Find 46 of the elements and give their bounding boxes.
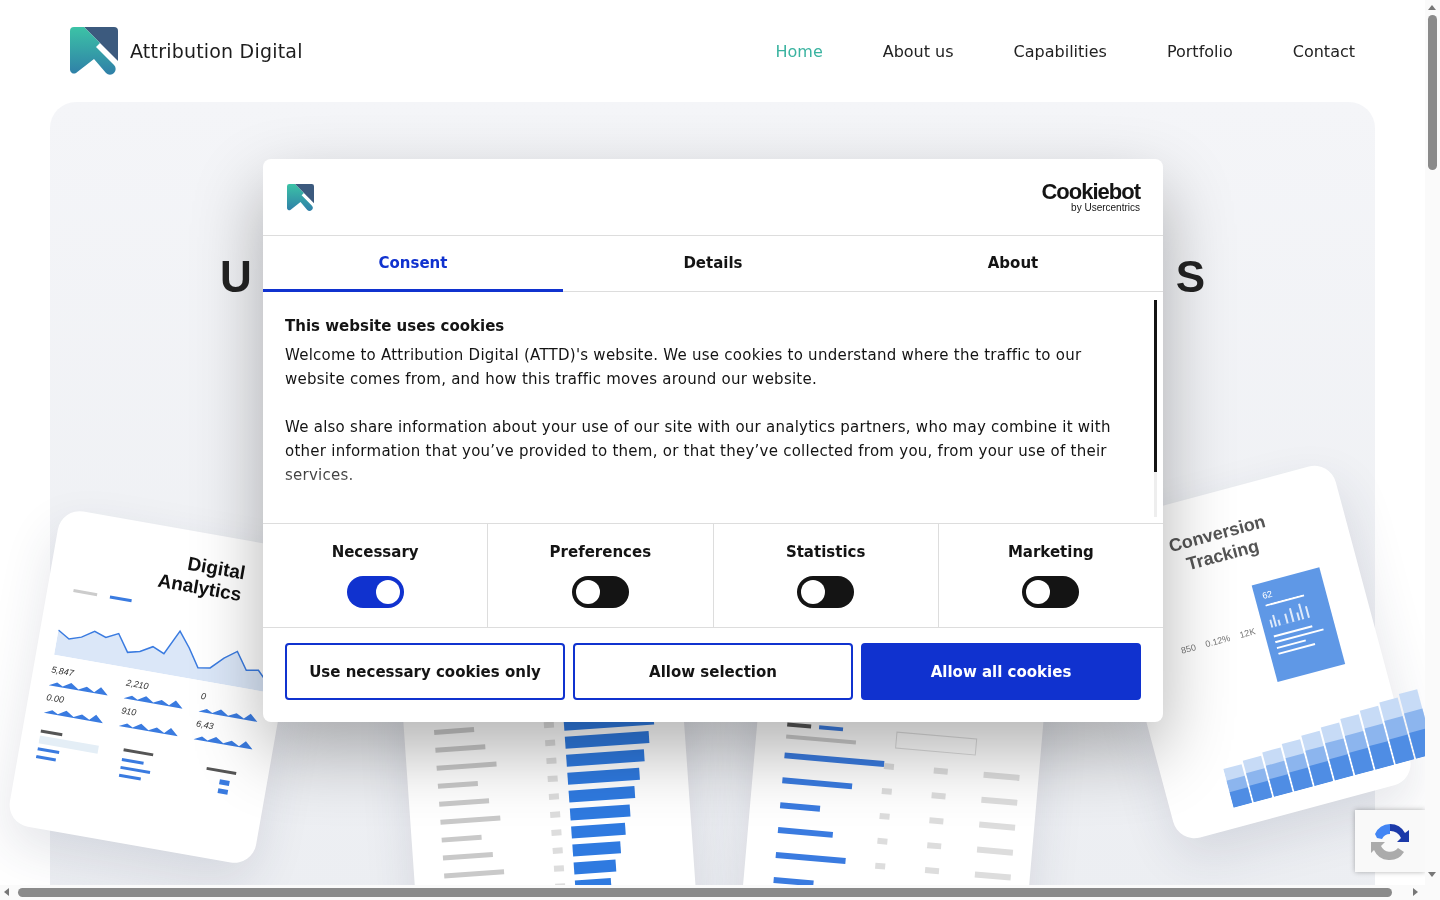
dialog-tab[interactable]: About [863, 236, 1163, 292]
category-label: Necessary [331, 543, 419, 561]
nav-link[interactable]: Contact [1292, 41, 1355, 61]
toggle-switch[interactable] [346, 576, 404, 608]
metric-value: 6,43 [195, 718, 216, 734]
logo-icon [70, 27, 118, 75]
nav-link[interactable]: Portfolio [1166, 41, 1233, 61]
chart-bar [571, 822, 626, 839]
consent-button[interactable]: Use necessary cookies only [285, 643, 565, 700]
dialog-heading: This website uses cookies [285, 317, 506, 335]
category-label: Statistics [785, 543, 866, 561]
hero-heading: S [1175, 252, 1205, 302]
horizontal-scrollbar[interactable] [0, 885, 1440, 900]
metric-value: 12K [1238, 626, 1257, 641]
body-paragraph: We also share information about your use of our site with our analytics partners, who may combine it with other information that you’ve provided to them, or that they’ve collected from you, from your use of their services. [285, 417, 1112, 486]
metric-value: 62 [1261, 587, 1275, 601]
hero-heading: U [220, 252, 252, 302]
toggle-switch[interactable] [1022, 576, 1080, 608]
logo-text[interactable]: Attribution Digital [130, 40, 303, 62]
metric-value: 5,847 [50, 664, 76, 681]
metric-value: 910 [120, 705, 139, 720]
body-paragraph: Welcome to Attribution Digital (ATTD)'s website. We use cookies to understand where the traffic to our website comes from, and how this traffic moves around our website. [285, 345, 1083, 390]
chart-bar [568, 786, 636, 803]
chart-bar [573, 859, 617, 875]
chart-bar [569, 804, 631, 821]
vertical-scrollbar[interactable] [1425, 0, 1440, 885]
metric-value: 2,210 [125, 677, 151, 694]
scrollbar[interactable] [1154, 300, 1157, 517]
dialog-tab[interactable]: Details [563, 236, 863, 292]
card-title: Digital Analytics [155, 551, 247, 607]
consent-button[interactable]: Allow all cookies [861, 643, 1141, 700]
category-label: Marketing [1007, 543, 1094, 561]
dialog-tab[interactable]: Consent [263, 236, 563, 292]
toggle-switch[interactable] [797, 576, 855, 608]
metric-value: 850 [1179, 642, 1198, 656]
logo-icon [287, 183, 314, 211]
cookiebot-logo[interactable]: Cookiebot by Usercentrics [1041, 181, 1140, 213]
consent-button[interactable]: Allow selection [573, 643, 853, 700]
chart-bar [572, 841, 622, 857]
category-label: Preferences [549, 543, 652, 561]
metric-value: 0.00 [45, 692, 66, 707]
metric-value: 0.12% [1204, 633, 1232, 650]
nav-link[interactable]: About us [882, 41, 954, 61]
toggle-switch[interactable] [571, 576, 629, 608]
metric-value: 0 [200, 690, 208, 704]
nav-link[interactable]: Capabilities [1013, 41, 1107, 61]
